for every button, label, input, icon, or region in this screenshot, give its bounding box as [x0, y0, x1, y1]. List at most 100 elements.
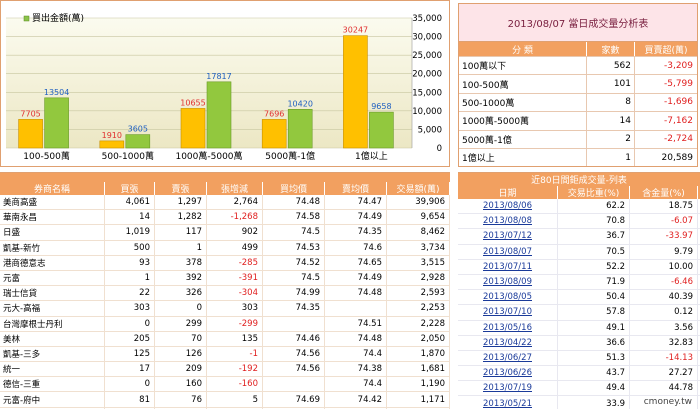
table-row[interactable]: 德信-三重 0 160 -160 74.4 1,190	[0, 377, 450, 393]
sell-avg: 74.49	[325, 210, 387, 225]
history-gold: 0.12	[630, 305, 698, 320]
legend-swatch	[23, 15, 30, 22]
bar	[343, 35, 368, 149]
table-row[interactable]: 瑞士信貸 22 326 -304 74.99 74.48 2,593	[0, 286, 450, 302]
sell-lots: 160	[155, 377, 207, 392]
broker-name: 美林	[0, 331, 105, 346]
history-date-link[interactable]: 2013/05/16	[458, 320, 558, 335]
history-date-link[interactable]: 2013/07/12	[458, 229, 558, 244]
bar-value-label: 9658	[371, 102, 391, 111]
broker-header-buy-avg[interactable]: 買均價	[263, 182, 325, 195]
history-header-ratio[interactable]: 交易比重(%)	[558, 186, 630, 199]
table-row[interactable]: 元富 1 392 -391 74.5 74.49 2,928	[0, 270, 450, 287]
broker-header-net[interactable]: 張增減	[207, 182, 263, 195]
broker-header: 券商名稱 買張 賣張 張增減 買均價 賣均價 交易額(萬)	[0, 182, 450, 195]
bar-value-label: 13504	[44, 88, 69, 97]
net-lots: -1	[207, 346, 263, 362]
history-ratio: 51.3	[558, 350, 630, 366]
table-row: 2013/08/07 70.5 9.79	[458, 244, 700, 260]
history-date-link[interactable]: 2013/06/26	[458, 366, 558, 381]
buy-avg: 74.58	[263, 210, 325, 225]
buy-avg: 74.5	[263, 270, 325, 286]
summary-header-net: 買賣超(萬)	[644, 45, 688, 56]
amount: 3,515	[387, 255, 450, 270]
bar	[261, 119, 287, 149]
broker-name: 瑞士信貸	[0, 286, 105, 301]
bar-value-label: 10655	[180, 98, 205, 107]
table-row: 2013/07/11 52.2 10.00	[458, 259, 700, 275]
table-row[interactable]: 美林 205 70 135 74.46 74.48 2,050	[0, 331, 450, 347]
table-row[interactable]: 日盛 1,019 117 902 74.5 74.35 8,462	[0, 225, 450, 241]
buy-lots: 0	[105, 316, 155, 331]
buy-lots: 81	[105, 392, 155, 407]
broker-header-buy[interactable]: 買張	[105, 182, 155, 195]
broker-header-sell[interactable]: 賣張	[155, 182, 207, 195]
history-gold: 27.27	[630, 366, 698, 381]
net-lots: -160	[207, 377, 263, 392]
summary-net: -1,696	[663, 97, 693, 108]
broker-name: 台灣摩根士丹利	[0, 316, 105, 331]
history-date-link[interactable]: 2013/08/08	[458, 214, 558, 229]
sell-avg: 74.47	[325, 195, 387, 210]
history-date-link[interactable]: 2013/08/06	[458, 199, 558, 214]
buy-lots: 0	[105, 377, 155, 392]
amount: 2,593	[387, 286, 450, 301]
table-row: 2013/06/26 43.7 27.27	[458, 366, 700, 382]
sell-avg: 74.51	[325, 316, 387, 331]
table-row[interactable]: 台灣摩根士丹利 0 299 -299 74.51 2,228	[0, 316, 450, 332]
history-date-link[interactable]: 2013/05/21	[458, 396, 558, 409]
table-row: 2013/07/19 49.4 44.78	[458, 381, 700, 397]
history-gold: 10.00	[630, 259, 698, 274]
amount: 8,462	[387, 225, 450, 240]
amount: 1,190	[387, 377, 450, 392]
summary-row: 5000萬-1億 2 -2,724	[459, 129, 697, 148]
table-row: 2013/08/05 50.4 40.39	[458, 290, 700, 306]
buy-avg: 74.53	[263, 240, 325, 255]
history-date-link[interactable]: 2013/08/09	[458, 274, 558, 290]
broker-header-amount[interactable]: 交易額(萬)	[387, 182, 450, 195]
history-date-link[interactable]: 2013/08/05	[458, 290, 558, 305]
net-lots: 902	[207, 225, 263, 240]
history-header-gold[interactable]: 含金量(%)	[630, 186, 698, 199]
broker-name: 華南永昌	[0, 210, 105, 225]
x-tick-label: 1000萬-5000萬	[175, 150, 242, 162]
buy-lots: 93	[105, 255, 155, 270]
broker-name: 日盛	[0, 225, 105, 240]
history-ratio: 52.2	[558, 259, 630, 274]
sell-avg	[325, 301, 387, 316]
history-date-link[interactable]: 2013/04/22	[458, 335, 558, 350]
summary-table: 2013/08/07 當日成交量分析表 分 類 家數 買賣超(萬) 100萬以下…	[458, 3, 698, 167]
table-row[interactable]: 元富-府中 81 76 5 74.69 74.42 1,171	[0, 392, 450, 408]
sell-lots: 70	[155, 331, 207, 346]
x-tick-label: 100-500萬	[23, 150, 70, 162]
table-row: 2013/07/12 36.7 -33.97	[458, 229, 700, 245]
table-row[interactable]: 元大-高福 303 0 303 74.35 2,253	[0, 301, 450, 317]
table-row[interactable]: 凱基-新竹 500 1 499 74.53 74.6 3,734	[0, 240, 450, 256]
summary-category: 500-1000萬	[459, 93, 587, 112]
history-date-link[interactable]: 2013/07/10	[458, 305, 558, 320]
history-header-date[interactable]: 日期	[458, 186, 558, 199]
summary-category: 5000萬-1億	[459, 130, 587, 148]
amount: 1,681	[387, 362, 450, 377]
broker-name: 凱基-新竹	[0, 240, 105, 255]
table-row[interactable]: 港商德意志 93 378 -285 74.52 74.65 3,515	[0, 255, 450, 271]
y-tick-label: 20,000	[412, 70, 442, 80]
summary-row: 100萬以下 562 -3,209	[459, 56, 697, 75]
history-date-link[interactable]: 2013/07/11	[458, 259, 558, 274]
history-ratio: 36.7	[558, 229, 630, 244]
amount: 3,734	[387, 240, 450, 255]
broker-header-name[interactable]: 券商名稱	[0, 182, 105, 195]
bar	[99, 140, 125, 149]
history-date-link[interactable]: 2013/06/27	[458, 350, 558, 366]
broker-name: 港商德意志	[0, 255, 105, 270]
table-row[interactable]: 統一 17 209 -192 74.56 74.38 1,681	[0, 362, 450, 378]
table-row[interactable]: 華南永昌 14 1,282 -1,268 74.58 74.49 9,654	[0, 210, 450, 226]
buy-avg: 74.52	[263, 255, 325, 270]
sell-avg: 74.48	[325, 286, 387, 301]
table-row[interactable]: 凱基-三多 125 126 -1 74.56 74.4 1,870	[0, 346, 450, 363]
net-lots: -192	[207, 362, 263, 377]
table-row[interactable]: 美商高盛 4,061 1,297 2,764 74.48 74.47 39,906	[0, 195, 450, 211]
history-date-link[interactable]: 2013/08/07	[458, 244, 558, 259]
broker-header-sell-avg[interactable]: 賣均價	[325, 182, 387, 195]
history-date-link[interactable]: 2013/07/19	[458, 381, 558, 396]
